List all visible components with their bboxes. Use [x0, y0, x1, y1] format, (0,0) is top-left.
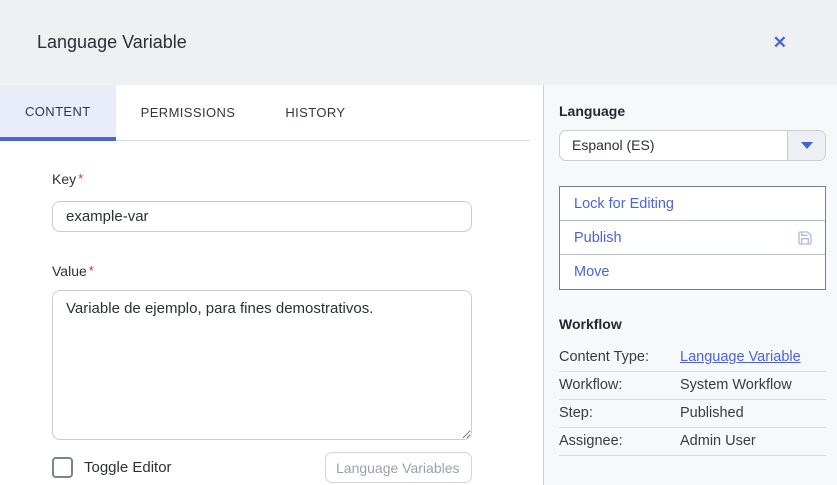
action-label: Lock for Editing [574, 196, 674, 212]
move-action[interactable]: Move [560, 255, 825, 289]
save-icon [797, 230, 813, 246]
value-field-group: Value* Variable de ejemplo, para fines d… [52, 263, 543, 440]
value-textarea[interactable]: Variable de ejemplo, para fines demostra… [52, 290, 472, 440]
language-dropdown-button[interactable] [787, 131, 825, 160]
content-type-label: Content Type: [559, 349, 680, 365]
table-row: Workflow: System Workflow [559, 372, 826, 400]
step-value: Published [680, 405, 826, 421]
workflow-value: System Workflow [680, 377, 826, 393]
table-row: Step: Published [559, 400, 826, 428]
dialog-body: CONTENT PERMISSIONS HISTORY Key* Value* … [0, 85, 837, 485]
toggle-editor-label: Toggle Editor [84, 459, 172, 476]
key-input[interactable] [52, 201, 472, 232]
content-pane: CONTENT PERMISSIONS HISTORY Key* Value* … [0, 85, 543, 485]
language-variables-input[interactable] [325, 452, 472, 483]
table-row: Content Type: Language Variable [559, 344, 826, 372]
table-row: Assignee: Admin User [559, 428, 826, 456]
language-variable-dialog: Language Variable ✕ CONTENT PERMISSIONS … [0, 0, 837, 485]
dialog-header: Language Variable ✕ [0, 0, 837, 85]
toggle-editor-checkbox[interactable] [52, 457, 73, 478]
content-form: Key* Value* Variable de ejemplo, para fi… [0, 141, 543, 483]
value-label: Value [52, 263, 87, 279]
action-label: Publish [574, 230, 622, 246]
assignee-label: Assignee: [559, 433, 680, 449]
language-label: Language [559, 103, 826, 119]
required-marker: * [78, 171, 83, 186]
step-label: Step: [559, 405, 680, 421]
required-marker: * [89, 263, 94, 278]
action-label: Move [574, 264, 609, 280]
lock-for-editing-action[interactable]: Lock for Editing [560, 187, 825, 221]
language-selected-value: Espanol (ES) [560, 131, 787, 160]
workflow-label: Workflow: [559, 377, 680, 393]
content-type-link[interactable]: Language Variable [680, 349, 826, 365]
tab-permissions[interactable]: PERMISSIONS [116, 85, 261, 140]
close-icon[interactable]: ✕ [769, 30, 791, 55]
key-label: Key [52, 171, 76, 187]
workflow-heading: Workflow [559, 316, 826, 332]
key-field-group: Key* [52, 171, 543, 232]
workflow-actions-menu: Lock for Editing Publish Move [559, 186, 826, 290]
editor-options-row: Toggle Editor [52, 452, 472, 483]
dialog-title: Language Variable [37, 32, 187, 53]
toggle-editor-wrap: Toggle Editor [52, 457, 172, 478]
sidebar: Language Espanol (ES) Lock for Editing P… [543, 85, 837, 485]
tab-bar: CONTENT PERMISSIONS HISTORY [0, 85, 530, 141]
assignee-value: Admin User [680, 433, 826, 449]
chevron-down-icon [801, 142, 813, 149]
publish-action[interactable]: Publish [560, 221, 825, 255]
language-dropdown[interactable]: Espanol (ES) [559, 130, 826, 161]
tab-content[interactable]: CONTENT [0, 85, 116, 141]
tab-history[interactable]: HISTORY [260, 85, 370, 140]
workflow-info-table: Content Type: Language Variable Workflow… [559, 344, 826, 456]
